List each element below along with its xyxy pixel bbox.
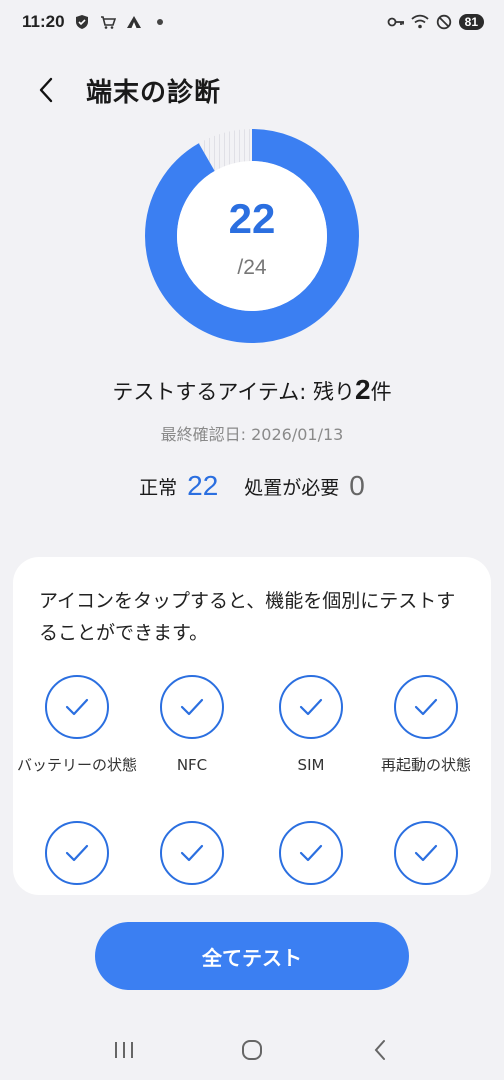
check-icon — [65, 698, 89, 716]
check-circle — [160, 675, 224, 739]
shield-icon — [73, 13, 91, 31]
header: 端末の診断 — [26, 66, 221, 114]
dot-icon — [151, 13, 169, 31]
camp-icon — [125, 13, 143, 31]
action-needed-count: 0 — [349, 470, 365, 501]
donut-center: 22 /24 — [144, 128, 360, 344]
test-item-battery[interactable]: バッテリーの状態 — [17, 675, 137, 805]
check-circle — [45, 821, 109, 885]
clock: 11:20 — [22, 12, 65, 31]
result-summary: 正常 22 処置が必要 0 — [0, 470, 504, 502]
test-item-nfc[interactable]: NFC — [132, 675, 252, 805]
test-item-5[interactable] — [17, 821, 137, 895]
check-circle — [394, 821, 458, 885]
test-item-label: 再起動の状態 — [380, 756, 471, 774]
card-description: アイコンをタップすると、機能を個別にテストすることができます。 — [39, 590, 456, 644]
check-circle — [45, 675, 109, 739]
remaining-items: テストするアイテム: 残り2件 — [0, 374, 504, 406]
check-circle — [394, 675, 458, 739]
test-items-card: アイコンをタップすると、機能を個別にテストすることができます。 バッテリーの状態… — [13, 557, 491, 895]
dnd-icon — [435, 13, 453, 31]
total-count: /24 — [237, 256, 267, 279]
check-icon — [299, 844, 323, 862]
status-bar: 11:20 81 — [0, 0, 504, 44]
check-icon — [65, 844, 89, 862]
back-button[interactable] — [26, 70, 66, 110]
wifi-icon — [411, 13, 429, 31]
back-arrow-icon — [39, 77, 53, 103]
check-icon — [299, 698, 323, 716]
check-icon — [180, 844, 204, 862]
page-title: 端末の診断 — [86, 77, 222, 108]
test-item-label: SIM — [297, 756, 325, 774]
test-item-sim[interactable]: SIM — [251, 675, 371, 805]
key-icon — [387, 13, 405, 31]
test-item-reboot[interactable]: 再起動の状態 — [366, 675, 486, 805]
recents-button[interactable] — [104, 1030, 144, 1070]
remaining-prefix: テストするアイテム: 残り — [112, 380, 356, 404]
normal-label: 正常 — [139, 476, 178, 499]
last-checked-date: 最終確認日: 2026/01/13 — [160, 425, 344, 444]
recents-icon — [115, 1042, 133, 1058]
battery-indicator: 81 — [458, 14, 484, 30]
check-icon — [180, 698, 204, 716]
remaining-suffix: 件 — [370, 380, 392, 404]
normal-count: 22 — [187, 470, 219, 501]
test-item-7[interactable] — [251, 821, 371, 895]
check-circle — [279, 821, 343, 885]
test-item-label: バッテリーの状態 — [17, 756, 138, 774]
home-icon — [242, 1040, 262, 1060]
cart-icon — [99, 13, 117, 31]
nav-back-icon — [374, 1040, 385, 1060]
test-item-6[interactable] — [132, 821, 252, 895]
check-circle — [160, 821, 224, 885]
test-all-button[interactable]: 全てテスト — [95, 922, 409, 990]
home-button[interactable] — [232, 1030, 272, 1070]
action-needed-label: 処置が必要 — [244, 476, 340, 499]
completed-count: 22 — [228, 195, 276, 242]
remaining-count: 2 — [355, 374, 371, 405]
test-item-8[interactable] — [366, 821, 486, 895]
nav-back-button[interactable] — [360, 1030, 400, 1070]
system-nav-bar — [0, 1030, 504, 1070]
check-circle — [279, 675, 343, 739]
check-icon — [414, 844, 438, 862]
progress-donut: 22 /24 — [144, 128, 360, 344]
status-bar-left: 11:20 — [22, 12, 169, 32]
test-item-label: NFC — [176, 756, 208, 774]
status-bar-right: 81 — [387, 13, 484, 31]
check-icon — [414, 698, 438, 716]
